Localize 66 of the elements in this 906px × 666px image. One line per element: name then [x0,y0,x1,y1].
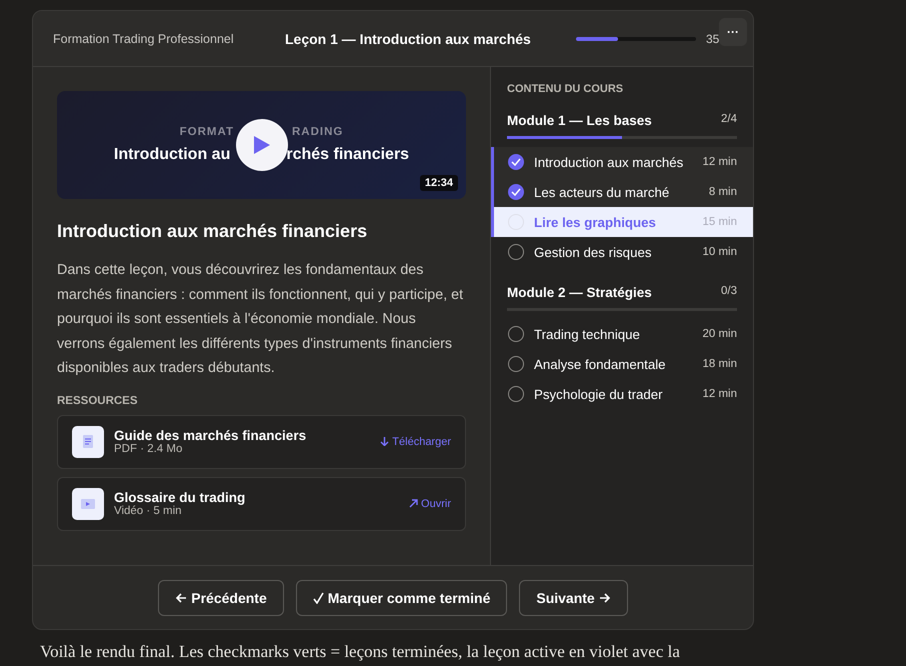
lesson-checkbox[interactable] [508,326,524,342]
video-player[interactable]: FORMAT RADING Introduction au rchés financiers 12:34 [57,91,466,199]
module-count: 2/4 [721,113,737,127]
lesson-item[interactable]: Trading technique 20 min [491,319,753,349]
progress-reading: 35 [706,32,720,46]
lesson-name: Psychologie du trader [534,386,664,402]
menu-button[interactable]: ··· [719,18,747,46]
lesson-checkbox[interactable] [508,154,524,170]
lesson-name: Analyse fondamentale [534,356,667,372]
caption-text: Voilà le rendu final. Les checkmarks verts = leçons terminées, la leçon active en violet avec la [40,642,681,662]
complete-button[interactable]: Marquer comme terminé [296,580,508,616]
course-name: Formation Trading Professionnel [53,32,235,46]
module-count: 0/3 [721,285,737,299]
lesson-duration: 15 min [702,216,737,228]
lesson-name: Les acteurs du marché [534,184,670,200]
video-kicker: FORMAT [180,126,234,138]
lesson-duration: 10 min [702,246,737,258]
module-title: Module 2 — Stratégies [507,285,652,300]
video-duration: 12:34 [420,175,458,191]
lesson-duration: 18 min [702,358,737,370]
download-link[interactable]: Télécharger [380,436,451,448]
video-title: Introduction au [114,146,230,164]
sidebar-heading: CONTENU DU COURS [507,83,624,95]
lesson-heading: Leçon 1 — Introduction aux marchés [285,30,532,46]
resource-meta: PDF · 2.4 Mo [114,443,184,455]
lesson-item[interactable]: Introduction aux marchés 12 min [491,147,753,177]
previous-button[interactable]: Précédente [158,580,284,616]
download-icon [380,437,390,446]
lesson-name: Gestion des risques [534,244,653,260]
check-icon [312,592,324,604]
lesson-checkbox[interactable] [508,244,524,260]
lesson-duration: 20 min [702,328,737,340]
lesson-duration: 8 min [708,186,737,198]
lesson-checkbox[interactable] [508,356,524,372]
open-link[interactable]: Ouvrir [409,498,451,510]
video-kicker: RADING [292,126,344,138]
video-title: rchés financiers [286,146,410,164]
play-icon [253,135,271,155]
lesson-item[interactable]: Analyse fondamentale 18 min [491,349,753,379]
lesson-name: Lire les graphiques [534,214,657,230]
resource-name: Guide des marchés financiers [114,428,308,443]
check-icon [511,188,521,196]
play-button[interactable] [236,119,288,171]
arrow-up-right-icon [409,499,418,508]
lesson-checkbox[interactable] [508,386,524,402]
arrow-left-icon [175,592,188,604]
document-icon [72,426,104,458]
resource-name: Glossaire du trading [114,490,246,505]
resource-meta: Vidéo · 5 min [114,505,183,517]
lesson-item[interactable]: Les acteurs du marché 8 min [491,177,753,207]
lesson-item[interactable]: Psychologie du trader 12 min [491,379,753,409]
lesson-name: Introduction aux marchés [534,154,684,170]
lesson-name: Trading technique [534,326,641,342]
lesson-duration: 12 min [702,388,737,400]
resources-heading: RESSOURCES [57,394,139,406]
check-icon [511,158,521,166]
lesson-title: Introduction aux marchés financiers [57,221,368,242]
video-file-icon [72,488,104,520]
lesson-item[interactable]: Gestion des risques 10 min [491,237,753,267]
module-title: Module 1 — Les bases [507,113,652,128]
next-button[interactable]: Suivante [519,580,628,616]
arrow-right-icon [598,592,611,604]
lesson-item[interactable]: Lire les graphiques 15 min [491,207,753,237]
lesson-duration: 12 min [702,156,737,168]
lesson-checkbox[interactable] [508,184,524,200]
lesson-description: Dans cette leçon, vous découvrirez les fondamentaux des marchés financiers : comment ils fonctionnent, qui y participe, et pourquoi ils sont essentiels à l'économie mondiale. Nous verrons également les différents types d'instruments financiers disponibles aux traders débutants. [57,261,464,378]
